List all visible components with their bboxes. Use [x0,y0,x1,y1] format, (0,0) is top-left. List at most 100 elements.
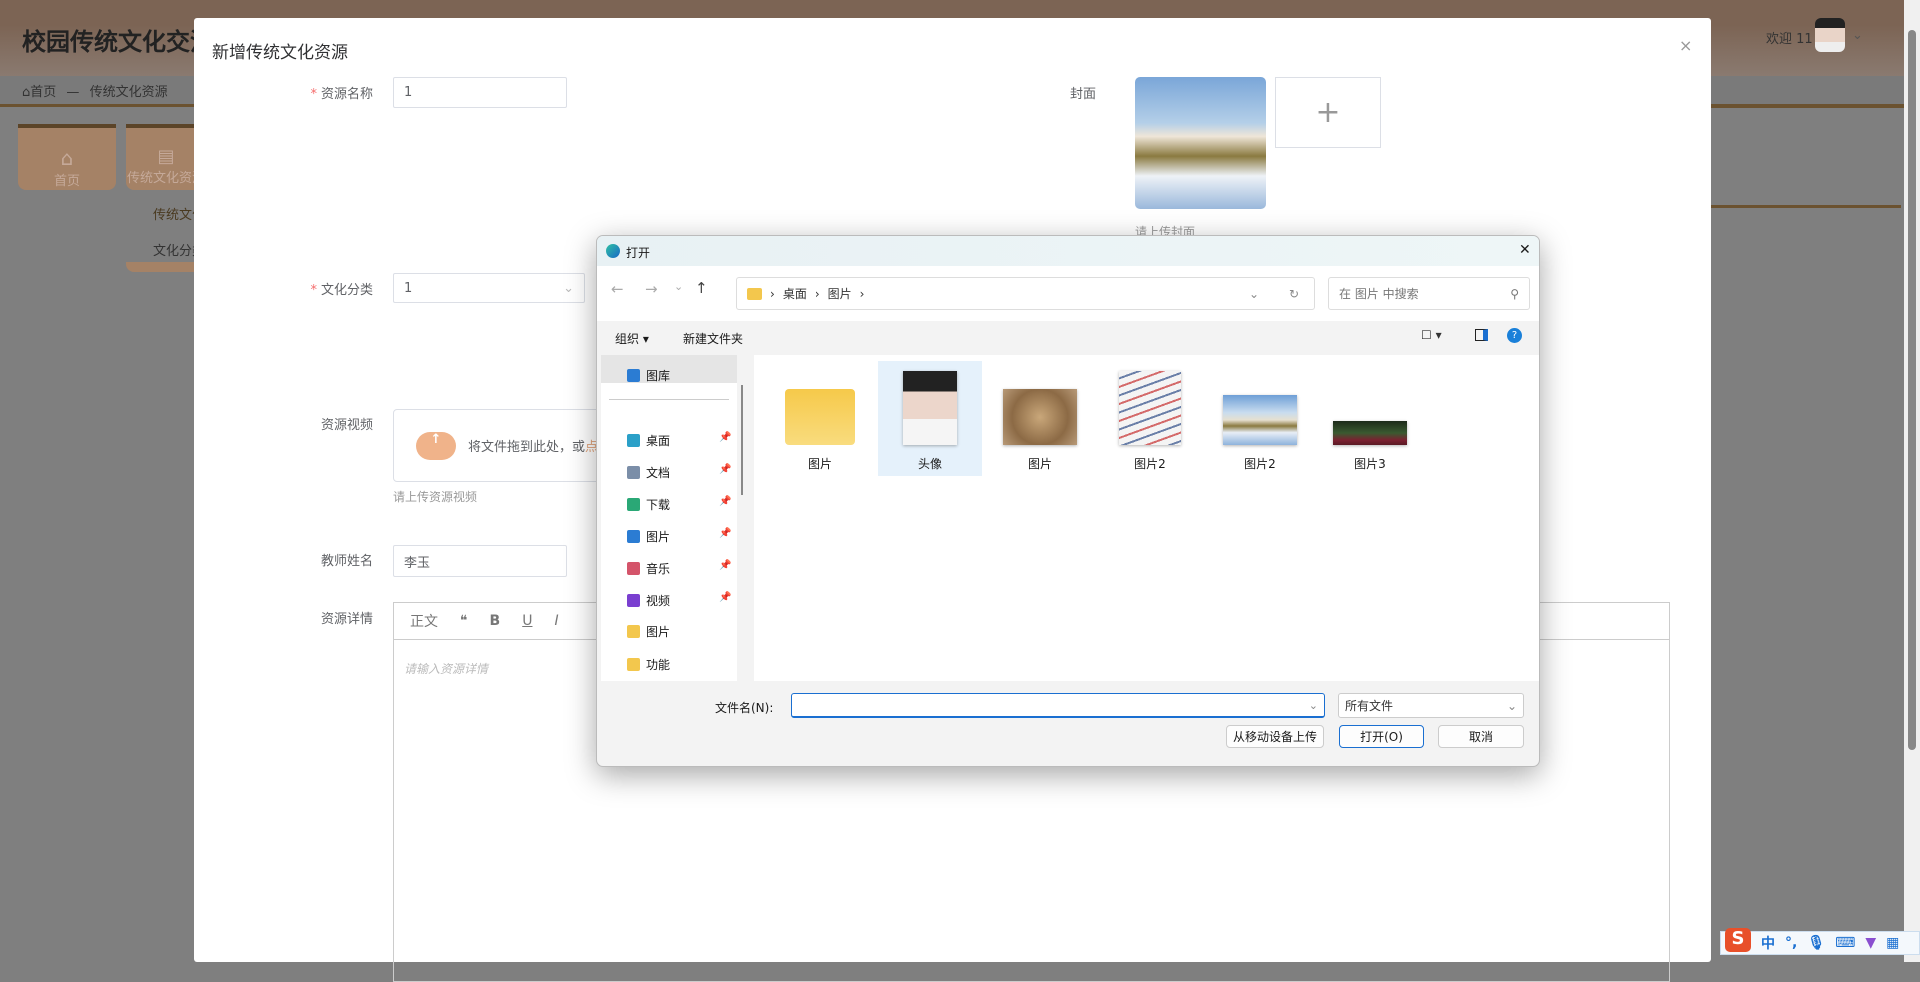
file-list: 图片 头像 图片 图片2 图片2 图片3 [754,355,1539,681]
file-item[interactable]: 图片2 [1098,361,1202,476]
nav-label: 功能 [646,658,671,672]
breadcrumb-home[interactable]: 首页 [30,85,56,100]
keyboard-icon[interactable]: ⌨ [1835,935,1855,951]
cloud-upload-icon: ↑ [416,431,456,460]
menu-label: 首页 [53,174,80,189]
italic-button[interactable]: I [554,613,558,629]
close-icon[interactable]: × [1679,36,1692,55]
pin-icon: 📌 [719,528,732,539]
nav-icon [627,434,640,447]
nav-icon [627,658,640,671]
file-item[interactable]: 图片2 [1208,361,1312,476]
chevron-down-icon: ⌄ [1506,698,1517,713]
folder-icon [785,389,855,445]
underline-button[interactable]: U [522,613,532,629]
nav-label: 图片 [646,625,671,639]
back-icon[interactable]: ← [611,280,624,298]
nav-item[interactable]: 文档 [627,464,670,481]
file-item[interactable]: 图片3 [1318,361,1422,476]
breadcrumb-current: 传统文化资源 [89,85,168,100]
nav-icon [627,625,640,638]
sogou-logo-icon[interactable]: S [1725,928,1751,952]
nav-item[interactable]: 图库 [627,367,670,384]
cancel-button[interactable]: 取消 [1438,725,1524,748]
nav-icon [627,594,640,607]
recent-dropdown-icon[interactable]: ⌄ [674,280,683,293]
filename-input[interactable]: ⌄ [791,693,1325,718]
category-select[interactable]: 1 ⌄ [393,273,585,303]
microphone-icon[interactable]: 🎙 [1807,935,1825,951]
home-icon: ⌂ [60,146,74,170]
pin-icon: 📌 [719,592,732,603]
organize-menu[interactable]: 组织 ▾ [615,330,649,347]
file-item[interactable]: 图片 [768,361,872,476]
file-name: 图片3 [1354,457,1386,471]
upload-from-mobile-button[interactable]: 从移动设备上传 [1226,725,1324,748]
image-thumbnail [903,371,957,445]
video-label: 资源视频 [320,418,373,433]
file-name: 图片 [807,457,832,471]
file-item[interactable]: 图片 [988,361,1092,476]
image-thumbnail [1333,421,1407,445]
dialog-title: 打开 [626,246,651,260]
chevron-down-icon: ⌄ [563,280,574,296]
bold-button[interactable]: B [490,613,501,629]
file-name: 图片2 [1244,457,1276,471]
skin-icon[interactable]: ▼ [1865,935,1876,951]
app-title: 校园传统文化交流 [22,28,214,56]
nav-item[interactable]: 桌面 [627,432,670,449]
chevron-down-icon[interactable]: ⌄ [1852,28,1863,43]
nav-icon [627,369,640,382]
ime-mode[interactable]: 中 [1761,933,1775,953]
address-bar[interactable]: › 桌面 › 图片 › ⌄ ↻ [736,277,1315,310]
avatar[interactable] [1815,18,1845,52]
file-item[interactable]: 头像 [878,361,982,476]
open-button[interactable]: 打开(O) [1339,725,1424,748]
nav-item[interactable]: 图片 [627,528,670,545]
nav-item[interactable]: 音乐 [627,560,670,577]
grid-icon[interactable]: ▦ [1886,935,1899,951]
ime-toolbar[interactable]: S 中 °, 🎙 ⌨ ▼ ▦ [1720,928,1920,955]
file-name: 头像 [917,457,942,471]
nav-item[interactable]: 图片 [627,623,670,640]
filetype-select[interactable]: 所有文件 ⌄ [1338,693,1524,718]
nav-item[interactable]: 功能 [627,656,670,673]
cover-image[interactable] [1135,77,1266,209]
search-input[interactable]: 在 图片 中搜索 ⚲ [1328,277,1530,310]
pin-icon: 📌 [719,432,732,443]
path-segment[interactable]: 图片 [828,285,852,302]
teacher-label: 教师姓名 [320,554,373,569]
new-folder-button[interactable]: 新建文件夹 [683,330,743,347]
cover-label: 封面 [1069,87,1096,102]
view-icon[interactable]: ☐ ▾ [1421,328,1442,342]
heading-select[interactable]: 正文 [410,611,438,631]
image-thumbnail [1223,395,1297,445]
pin-icon: 📌 [719,560,732,571]
pin-icon: 📌 [719,464,732,475]
quote-button[interactable]: ❝ [460,613,468,629]
teacher-name-input[interactable]: 李玉 [393,545,567,577]
forward-icon[interactable]: → [645,280,658,298]
refresh-icon[interactable]: ↻ [1289,287,1299,301]
folder-icon [747,287,762,300]
nav-item[interactable]: 视频 [627,592,670,609]
add-cover-button[interactable]: + [1275,77,1381,148]
image-thumbnail [1003,389,1077,445]
chevron-down-icon[interactable]: ⌄ [1249,287,1259,301]
nav-label: 下载 [646,498,671,512]
path-segment[interactable]: 桌面 [783,285,807,302]
dialog-titlebar[interactable]: 打开 ✕ [597,236,1539,266]
category-label: * 文化分类 [310,283,373,298]
preview-pane-icon[interactable] [1475,329,1488,341]
edge-icon [606,244,620,258]
help-icon[interactable]: ? [1507,328,1522,343]
menu-home[interactable]: ⌂ 首页 [18,124,116,190]
up-icon[interactable]: ↑ [695,279,708,297]
nav-icon [627,466,640,479]
page-scrollbar[interactable] [1904,0,1920,962]
nav-label: 图库 [646,369,671,383]
resource-name-input[interactable]: 1 [393,77,567,108]
punctuation-toggle[interactable]: °, [1785,935,1797,951]
nav-item[interactable]: 下载 [627,496,670,513]
close-icon[interactable]: ✕ [1519,242,1531,258]
